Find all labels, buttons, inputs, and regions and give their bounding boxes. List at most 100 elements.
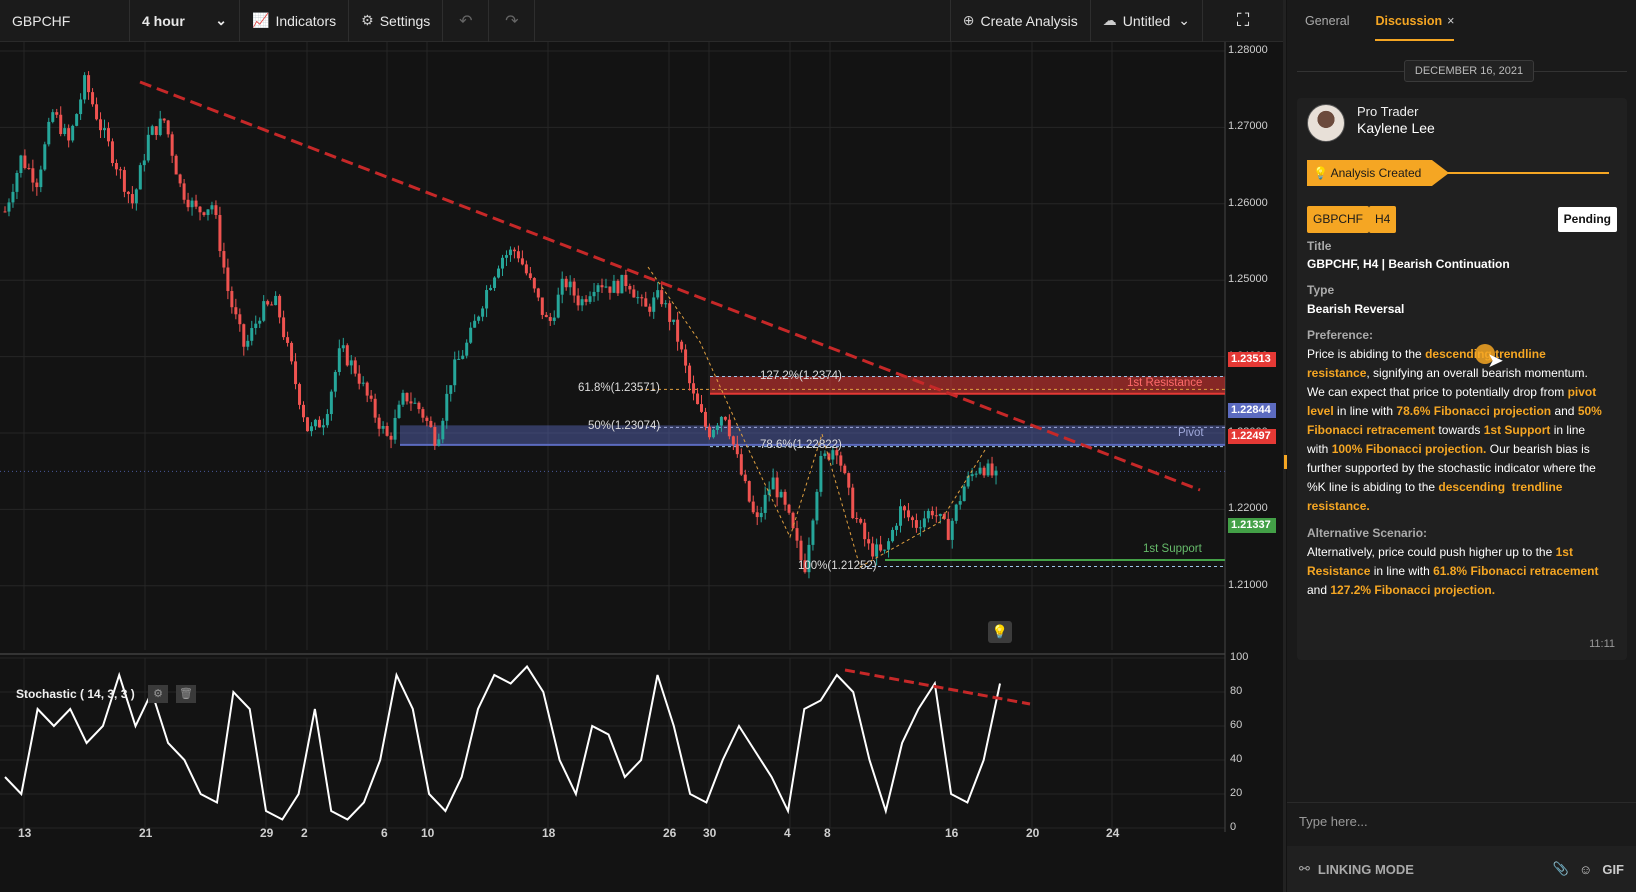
symbol-selector[interactable]: GBPCHF (0, 0, 130, 42)
candle-body (508, 249, 512, 256)
candle-body (847, 473, 851, 488)
linking-mode-toggle[interactable]: LINKING MODE (1318, 862, 1543, 877)
candle-body (556, 294, 560, 318)
candle-body (715, 425, 719, 430)
candle-body (982, 467, 986, 476)
create-analysis-button[interactable]: ⊕ Create Analysis (949, 0, 1091, 42)
indicators-button[interactable]: 📈 Indicators (240, 0, 350, 42)
candle-body (27, 168, 31, 170)
candle-body (731, 436, 735, 445)
fullscreen-button[interactable]: ⛶ (1203, 0, 1283, 42)
undo-button[interactable]: ↶ (443, 0, 490, 42)
candle-body (648, 306, 652, 312)
redo-button[interactable]: ↷ (489, 0, 536, 42)
pivot-zone-label: Pivot (1178, 427, 1204, 439)
time-axis-label: 6 (381, 826, 388, 840)
candle-body (302, 404, 305, 418)
paperclip-icon[interactable]: 📎 (1553, 861, 1569, 877)
indicator-delete-icon[interactable]: 🗑 (176, 685, 196, 703)
chart-canvas[interactable] (0, 42, 1283, 892)
candle-body (775, 477, 779, 498)
candle-body (95, 104, 99, 120)
timeframe-dropdown[interactable]: 4 hour ⌄ (130, 0, 240, 42)
candle-body (91, 92, 95, 105)
candle-body (397, 404, 401, 418)
candle-body (636, 297, 640, 299)
candle-body (548, 317, 552, 321)
price-tag: 1.23513 (1228, 352, 1276, 367)
candle-body (692, 383, 696, 394)
candle-body (906, 510, 910, 518)
candle-body (855, 518, 859, 520)
candle-body (501, 257, 504, 269)
author-role: Pro Trader (1357, 104, 1419, 119)
candle-body (580, 299, 584, 306)
candle-body (616, 280, 620, 294)
candle-body (950, 520, 954, 540)
candle-body (421, 409, 425, 418)
lightbulb-icon[interactable]: 💡 (988, 621, 1012, 643)
type-value: Bearish Reversal (1307, 302, 1405, 316)
candle-body (497, 268, 501, 278)
candle-body (608, 286, 612, 293)
candle-body (628, 285, 632, 290)
analysis-created-label: Analysis Created (1330, 166, 1422, 180)
fib-label-78-6: 78.6%(1.22822) (760, 439, 842, 451)
candle-body (588, 296, 592, 302)
candle-body (230, 291, 234, 308)
candle-body (274, 295, 278, 306)
candle-body (31, 168, 35, 183)
emoji-icon[interactable]: ☺ (1579, 862, 1592, 877)
close-icon[interactable]: × (1447, 14, 1454, 28)
indicator-settings-icon[interactable]: ⚙ (148, 685, 168, 703)
avatar[interactable] (1307, 104, 1345, 142)
settings-button[interactable]: ⚙ Settings (349, 0, 444, 42)
time-axis-label: 26 (663, 826, 677, 840)
candle-body (540, 297, 544, 315)
candle-body (536, 288, 540, 298)
candle-body (353, 360, 357, 374)
candle-body (182, 183, 186, 200)
message-input[interactable]: Type here... (1287, 802, 1636, 842)
gif-button[interactable]: GIF (1602, 862, 1624, 877)
candle-body (624, 274, 628, 286)
candle-body (891, 529, 895, 542)
candle-body (524, 264, 528, 274)
candle-body (186, 199, 190, 208)
price-chart[interactable]: 1.280001.270001.260001.250001.240001.230… (0, 42, 1283, 892)
candle-body (779, 491, 783, 498)
candle-body (238, 314, 242, 325)
candle-body (122, 170, 126, 192)
candle-body (226, 267, 230, 292)
stochastic-axis-label: 80 (1230, 685, 1243, 697)
date-separator: DECEMBER 16, 2021 (1297, 60, 1627, 82)
candle-body (739, 454, 743, 475)
tab-general[interactable]: General (1305, 0, 1349, 42)
analysis-message-card: Pro Trader Kaylene Lee 💡 Analysis Create… (1297, 98, 1627, 660)
save-layout-dropdown[interactable]: ☁ Untitled ⌄ (1091, 0, 1203, 42)
tab-discussion[interactable]: Discussion × (1375, 1, 1455, 41)
candle-body (520, 258, 524, 265)
candle-body (3, 211, 7, 213)
candle-body (329, 391, 333, 415)
candle-body (99, 119, 103, 131)
tab-discussion-label: Discussion (1375, 14, 1443, 28)
candle-body (190, 200, 194, 208)
candle-body (990, 463, 994, 476)
chevron-down-icon: ⌄ (1178, 12, 1190, 28)
panel-divider[interactable] (1283, 0, 1286, 892)
candle-body (895, 525, 899, 530)
time-axis-label: 4 (784, 826, 791, 840)
preference-label: Preference: (1307, 328, 1374, 342)
candle-body (751, 501, 755, 513)
candle-body (660, 290, 664, 305)
chevron-down-icon: ⌄ (215, 12, 227, 28)
candle-body (262, 301, 266, 321)
candle-body (612, 280, 616, 293)
timeframe-label: 4 hour (142, 12, 185, 29)
candle-body (783, 491, 787, 505)
link-icon[interactable]: ⚯ (1299, 861, 1310, 877)
candle-body (680, 341, 684, 350)
candle-body (823, 453, 827, 456)
cursor-icon: ➤ (1487, 350, 1504, 372)
